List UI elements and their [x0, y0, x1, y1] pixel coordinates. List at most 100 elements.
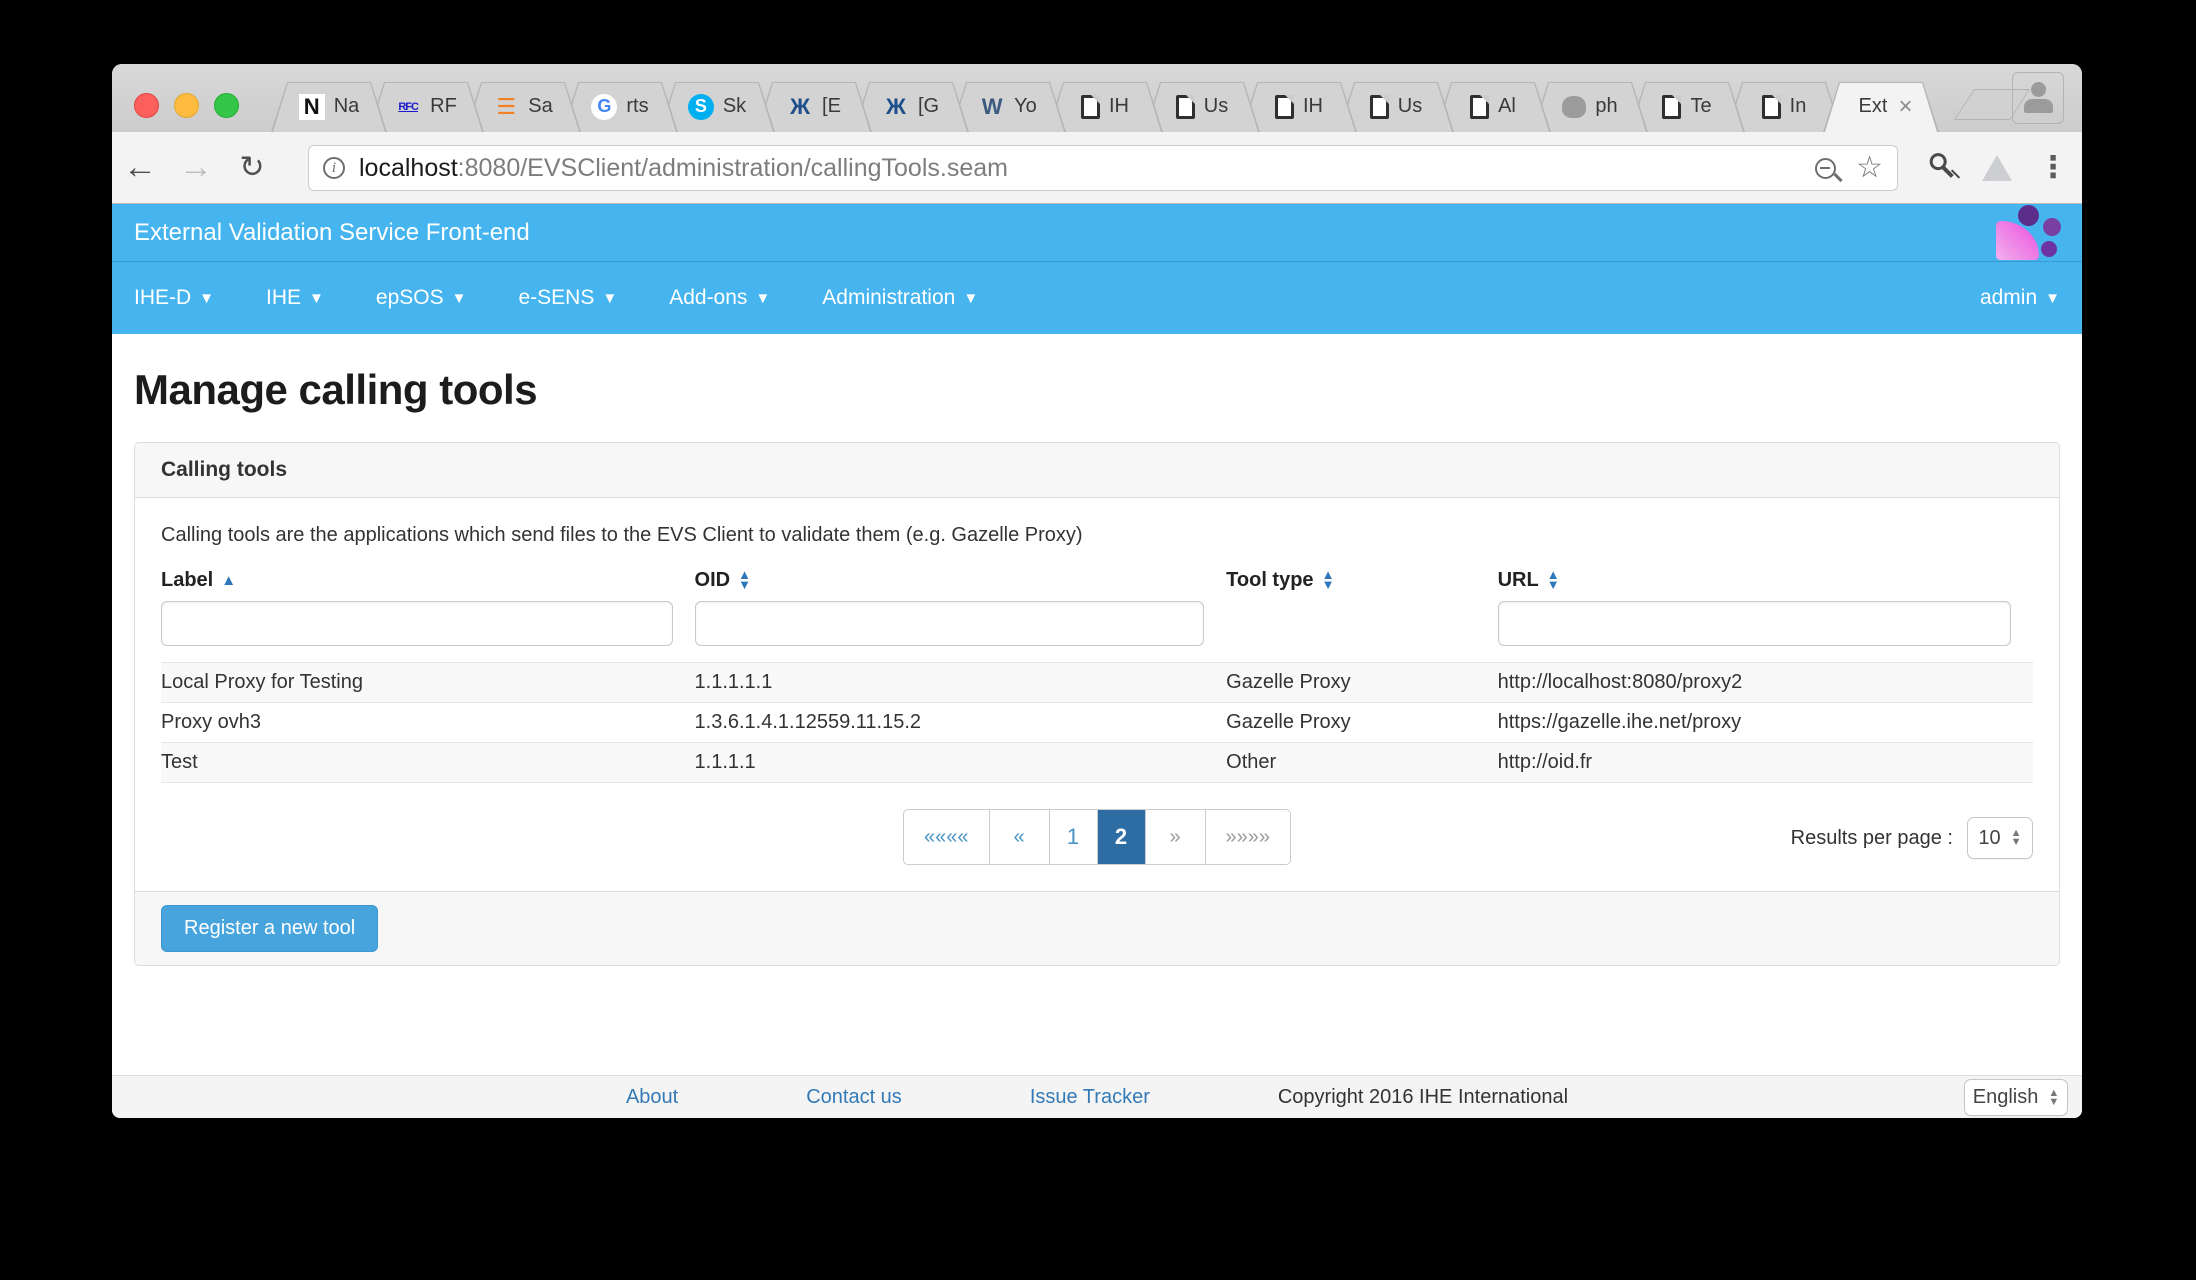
- first-page-button[interactable]: ««««: [904, 810, 990, 864]
- language-select[interactable]: English ▲▼: [1964, 1079, 2068, 1116]
- issue-tracker-link[interactable]: Issue Tracker: [1030, 1086, 1150, 1109]
- column-header-tool-type[interactable]: Tool type ▲▼: [1226, 569, 1497, 592]
- document-icon: [1275, 95, 1294, 119]
- nav-menu-item-ihe-d[interactable]: IHE-D ▼: [134, 286, 214, 310]
- table-row: Proxy ovh3 1.3.6.1.4.1.12559.11.15.2 Gaz…: [161, 702, 2033, 742]
- document-icon: [1470, 95, 1489, 119]
- app-header: External Validation Service Front-end: [112, 204, 2082, 262]
- tab-title: Us: [1398, 95, 1422, 118]
- browser-menu-icon[interactable]: ⋮: [2038, 153, 2068, 183]
- netflix-icon: N: [299, 94, 325, 120]
- jira-icon: Ж: [883, 94, 909, 120]
- tab-title: Yo: [1014, 95, 1037, 118]
- password-extension-icon[interactable]: [1920, 146, 1962, 188]
- user-menu[interactable]: admin ▼: [1980, 286, 2060, 310]
- google-icon: G: [591, 94, 617, 120]
- oid-filter-input[interactable]: [695, 601, 1205, 646]
- stackoverflow-icon: ☰: [493, 94, 519, 120]
- calling-tools-table: Label ▲ OID ▲▼ Tool type ▲▼ URL: [161, 565, 2033, 783]
- tool-label-link[interactable]: Local Proxy for Testing: [161, 671, 363, 694]
- bookmark-star-icon[interactable]: ☆: [1856, 153, 1883, 183]
- chevron-down-icon: ▼: [452, 290, 467, 307]
- tab-title: Us: [1204, 95, 1228, 118]
- about-link[interactable]: About: [626, 1086, 678, 1109]
- tab-title: Na: [334, 95, 360, 118]
- nav-menu-item-add-ons[interactable]: Add-ons ▼: [669, 286, 770, 310]
- tool-oid-link[interactable]: 1.1.1.1: [695, 751, 756, 774]
- nav-menu-item-e-sens[interactable]: e-SENS ▼: [518, 286, 617, 310]
- register-new-tool-button[interactable]: Register a new tool: [161, 905, 378, 952]
- browser-tab[interactable]: Ext ×: [1824, 81, 1938, 132]
- app-title: External Validation Service Front-end: [134, 219, 530, 247]
- url-filter-input[interactable]: [1498, 601, 2011, 646]
- column-header-url[interactable]: URL ▲▼: [1498, 569, 2033, 592]
- tab-title: Sa: [528, 95, 552, 118]
- column-header-oid[interactable]: OID ▲▼: [695, 569, 1227, 592]
- reload-button[interactable]: ↻: [224, 150, 280, 185]
- tool-label-link[interactable]: Test: [161, 751, 198, 774]
- tool-label-link[interactable]: Proxy ovh3: [161, 711, 261, 734]
- pagination: «««« « 1 2 » »»»»: [903, 809, 1291, 865]
- close-icon[interactable]: ×: [1898, 93, 1912, 121]
- chevron-down-icon: ▼: [2045, 290, 2060, 307]
- chevron-down-icon: ▼: [199, 290, 214, 307]
- tool-oid-link[interactable]: 1.1.1.1.1: [695, 671, 773, 694]
- panel-title: Calling tools: [135, 443, 2059, 498]
- previous-page-button[interactable]: «: [990, 810, 1050, 864]
- tool-url-link[interactable]: http://oid.fr: [1498, 751, 1593, 774]
- select-stepper-icon: ▲▼: [2011, 829, 2022, 847]
- url-text: localhost:8080/EVSClient/administration/…: [359, 154, 1008, 183]
- document-icon: [1762, 95, 1781, 119]
- column-header-label[interactable]: Label ▲: [161, 569, 695, 592]
- profile-button[interactable]: [2012, 72, 2064, 124]
- chevron-down-icon: ▼: [963, 290, 978, 307]
- tool-oid-link[interactable]: 1.3.6.1.4.1.12559.11.15.2: [695, 711, 922, 734]
- browser-tab[interactable]: N Na: [272, 81, 386, 132]
- page-1-button[interactable]: 1: [1050, 810, 1098, 864]
- zoom-out-icon[interactable]: [1815, 158, 1836, 179]
- table-row: Test 1.1.1.1 Other http://oid.fr: [161, 742, 2033, 782]
- document-icon: [1370, 95, 1389, 119]
- tool-url-link[interactable]: http://localhost:8080/proxy2: [1498, 671, 1743, 694]
- panel-footer: Register a new tool: [135, 891, 2059, 965]
- page-footer: About Contact us Issue Tracker Copyright…: [112, 1075, 2082, 1118]
- browser-window: N Na RFC RF ☰ Sa G rts S S: [112, 64, 2082, 1118]
- minimize-window-button[interactable]: [174, 93, 199, 118]
- calling-tools-panel: Calling tools Calling tools are the appl…: [134, 442, 2060, 966]
- tab-title: [E: [822, 95, 841, 118]
- contact-us-link[interactable]: Contact us: [806, 1086, 902, 1109]
- label-filter-input[interactable]: [161, 601, 673, 646]
- zoom-window-button[interactable]: [214, 93, 239, 118]
- w-icon: W: [979, 94, 1005, 120]
- tab-strip: N Na RFC RF ☰ Sa G rts S S: [112, 64, 2082, 132]
- rfc-html-icon: RFC: [395, 94, 421, 120]
- tab-title: [G: [918, 95, 939, 118]
- nav-menu-item-epsos[interactable]: epSOS ▼: [376, 286, 467, 310]
- address-bar[interactable]: i localhost:8080/EVSClient/administratio…: [308, 145, 1898, 191]
- table-row: Local Proxy for Testing 1.1.1.1.1 Gazell…: [161, 662, 2033, 702]
- chevron-down-icon: ▼: [309, 290, 324, 307]
- nav-menu-item-ihe[interactable]: IHE ▼: [266, 286, 324, 310]
- last-page-button[interactable]: »»»»: [1206, 810, 1291, 864]
- sort-icon: ▲▼: [1547, 570, 1560, 590]
- forward-button[interactable]: →: [168, 148, 224, 187]
- nav-menu-item-administration[interactable]: Administration ▼: [822, 286, 978, 310]
- next-page-button[interactable]: »: [1146, 810, 1206, 864]
- skype-icon: S: [688, 94, 714, 120]
- close-window-button[interactable]: [134, 93, 159, 118]
- jira-icon: Ж: [787, 94, 813, 120]
- results-per-page-select[interactable]: 10 ▲▼: [1967, 817, 2033, 859]
- tool-type-value: Other: [1226, 751, 1497, 774]
- sort-icon: ▲▼: [1322, 570, 1335, 590]
- tool-url-link[interactable]: https://gazelle.ihe.net/proxy: [1498, 711, 1741, 734]
- page-2-button[interactable]: 2: [1098, 810, 1146, 864]
- tab-title: In: [1790, 95, 1807, 118]
- tool-type-value: Gazelle Proxy: [1226, 711, 1497, 734]
- drive-extension-icon[interactable]: [1982, 155, 2012, 181]
- document-icon: [1081, 95, 1100, 119]
- page-info-icon[interactable]: i: [323, 157, 345, 179]
- chevron-down-icon: ▼: [602, 290, 617, 307]
- sort-icon: ▲▼: [738, 570, 751, 590]
- document-icon: [1662, 95, 1681, 119]
- back-button[interactable]: ←: [112, 148, 168, 187]
